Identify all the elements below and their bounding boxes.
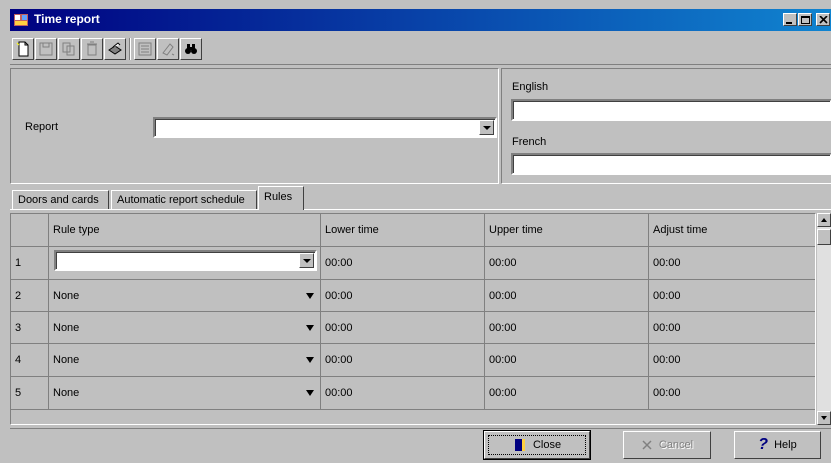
- tab-doors-and-cards[interactable]: Doors and cards: [12, 190, 109, 210]
- rule-type-value: None: [53, 387, 80, 399]
- upper-time-cell[interactable]: 00:00: [485, 280, 649, 312]
- language-panel: English French: [501, 68, 831, 184]
- upper-time-cell[interactable]: 00:00: [485, 247, 649, 280]
- tab-divider: [10, 209, 831, 210]
- rule-type-value: None: [53, 354, 80, 366]
- window-title: Time report: [34, 12, 100, 26]
- column-header-rule-type[interactable]: Rule type: [49, 214, 321, 247]
- adjust-time-cell[interactable]: 00:00: [649, 247, 815, 280]
- lower-time-cell[interactable]: 00:00: [321, 280, 485, 312]
- report-combo[interactable]: [153, 117, 497, 138]
- column-header-upper-time[interactable]: Upper time: [485, 214, 649, 247]
- cancel-button[interactable]: Cancel: [623, 431, 711, 459]
- close-window-button[interactable]: [816, 13, 830, 26]
- row-number: 2: [11, 280, 49, 312]
- french-field[interactable]: [511, 153, 831, 175]
- tab-automatic-report-schedule[interactable]: Automatic report schedule: [111, 190, 257, 210]
- time-report-window: Time report Report English French Doors …: [0, 0, 831, 463]
- lower-time-cell[interactable]: 00:00: [321, 344, 485, 377]
- adjust-time-cell[interactable]: 00:00: [649, 280, 815, 312]
- maximize-button[interactable]: [798, 13, 812, 26]
- report-panel: Report: [10, 68, 499, 184]
- save-icon[interactable]: [35, 38, 57, 60]
- cancel-button-label: Cancel: [658, 439, 694, 451]
- rules-grid: Rule type Lower time Upper time Adjust t…: [10, 213, 816, 425]
- rule-type-combo[interactable]: [54, 250, 317, 271]
- find-icon[interactable]: [180, 38, 202, 60]
- rule-type-cell[interactable]: None: [49, 312, 321, 344]
- grid-corner: [11, 214, 49, 247]
- rule-type-cell[interactable]: None: [49, 344, 321, 377]
- scroll-up-icon[interactable]: [817, 213, 831, 227]
- english-field[interactable]: [511, 99, 831, 121]
- rule-type-cell[interactable]: None: [49, 280, 321, 312]
- adjust-time-cell[interactable]: 00:00: [649, 312, 815, 344]
- new-icon[interactable]: [12, 38, 34, 60]
- row-number: 4: [11, 344, 49, 377]
- list-icon[interactable]: [134, 38, 156, 60]
- lower-time-cell[interactable]: 00:00: [321, 247, 485, 280]
- rule-type-value: None: [53, 289, 80, 302]
- delete-icon[interactable]: [81, 38, 103, 60]
- app-icon: [13, 12, 29, 28]
- scroll-thumb[interactable]: [817, 229, 831, 245]
- tab-strip: Doors and cards Automatic report schedul…: [10, 186, 831, 210]
- lower-time-cell[interactable]: 00:00: [321, 312, 485, 344]
- eraser-icon[interactable]: [157, 38, 179, 60]
- cancel-icon: [642, 440, 652, 450]
- rule-type-cell[interactable]: [49, 247, 321, 280]
- help-icon: ?: [758, 436, 769, 453]
- adjust-time-cell[interactable]: 00:00: [649, 377, 815, 410]
- print-icon[interactable]: [104, 38, 126, 60]
- english-label: English: [512, 81, 549, 93]
- chevron-down-icon[interactable]: [306, 324, 314, 331]
- minimize-button[interactable]: [783, 13, 797, 26]
- grid-scrollbar[interactable]: [817, 213, 831, 425]
- rule-type-cell[interactable]: None: [49, 377, 321, 410]
- focus-ring: [488, 435, 586, 455]
- close-button[interactable]: Close: [483, 430, 591, 460]
- row-number: 5: [11, 377, 49, 410]
- upper-time-cell[interactable]: 00:00: [485, 312, 649, 344]
- copy-icon[interactable]: [58, 38, 80, 60]
- tab-rules[interactable]: Rules: [258, 186, 304, 210]
- column-header-lower-time[interactable]: Lower time: [321, 214, 485, 247]
- toolbar: [10, 34, 831, 65]
- title-bar[interactable]: Time report: [10, 9, 831, 31]
- report-label: Report: [25, 121, 59, 133]
- chevron-down-icon[interactable]: [306, 292, 314, 299]
- rule-type-value: None: [53, 321, 80, 334]
- french-label: French: [512, 136, 547, 148]
- footer-divider: [10, 428, 831, 429]
- upper-time-cell[interactable]: 00:00: [485, 344, 649, 377]
- row-number: 1: [11, 247, 49, 280]
- chevron-down-icon[interactable]: [306, 357, 314, 363]
- row-number: 3: [11, 312, 49, 344]
- upper-time-cell[interactable]: 00:00: [485, 377, 649, 410]
- column-header-adjust-time[interactable]: Adjust time: [649, 214, 815, 247]
- chevron-down-icon[interactable]: [306, 390, 314, 396]
- help-button[interactable]: ? Help: [734, 431, 821, 459]
- adjust-time-cell[interactable]: 00:00: [649, 344, 815, 377]
- scroll-down-icon[interactable]: [817, 411, 831, 425]
- rule-type-dropdown-icon[interactable]: [299, 253, 314, 268]
- toolbar-separator: [129, 38, 131, 60]
- help-button-label: Help: [774, 439, 797, 451]
- lower-time-cell[interactable]: 00:00: [321, 377, 485, 410]
- report-dropdown-icon[interactable]: [479, 120, 494, 135]
